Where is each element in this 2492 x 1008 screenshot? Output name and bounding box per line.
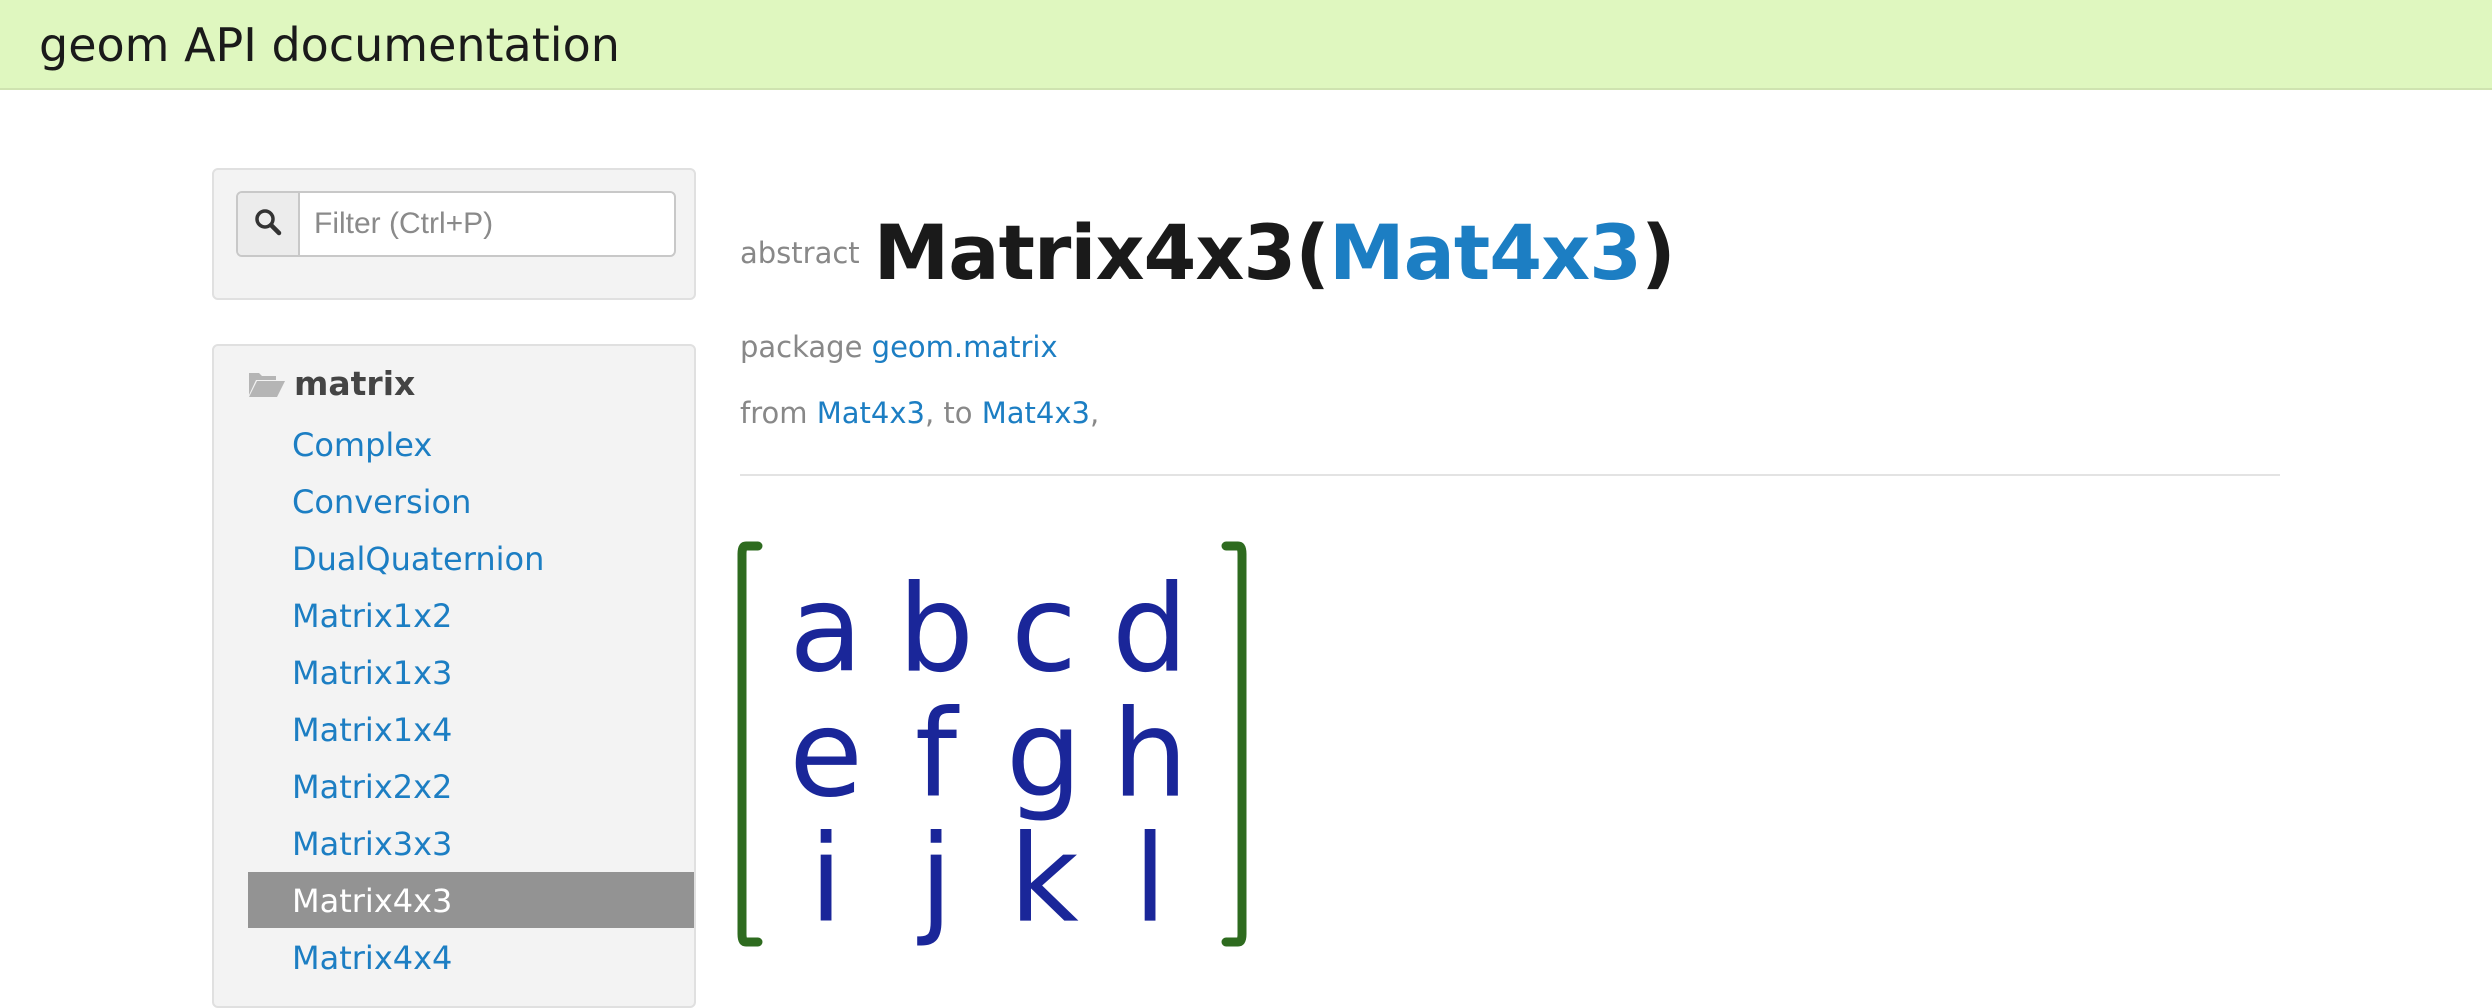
sidebar-item-conversion[interactable]: Conversion	[248, 473, 694, 529]
matrix-entry-c: c	[1011, 561, 1077, 700]
matrix-entry-b: b	[898, 561, 974, 700]
sidebar-nav: matrix Complex Conversion DualQuaternion Ma…	[212, 344, 696, 1008]
sidebar-item-dualquaternion[interactable]: DualQuaternion	[248, 530, 694, 586]
sidebar-item-label: Matrix1x2	[292, 597, 453, 635]
filter-panel	[212, 168, 696, 300]
sidebar-item-label: Matrix1x4	[292, 711, 453, 749]
matrix-entry-i: i	[809, 811, 842, 950]
trailing-comma: ,	[1089, 396, 1100, 430]
top-bar: geom API documentation	[0, 0, 2492, 90]
sidebar-item-matrix2x2[interactable]: Matrix2x2	[248, 758, 694, 814]
sidebar-item-label: Matrix1x3	[292, 654, 453, 692]
package-line: package geom.matrix	[740, 330, 1058, 364]
sidebar-item-label: Matrix3x3	[292, 825, 453, 863]
matrix-letters: a b c d e f g h i j k l	[789, 561, 1188, 950]
matrix-entry-a: a	[789, 561, 863, 700]
package-label: matrix	[294, 364, 416, 403]
matrix-entry-d: d	[1112, 561, 1188, 700]
left-bracket	[737, 541, 763, 947]
filter-input[interactable]	[300, 193, 672, 255]
type-name: Matrix4x3	[873, 208, 1297, 297]
right-bracket	[1221, 541, 1247, 947]
sidebar-item-label: Matrix2x2	[292, 768, 453, 806]
underlying-type-link[interactable]: Mat4x3	[1329, 208, 1642, 297]
sidebar-item-matrix4x3[interactable]: Matrix4x3	[248, 872, 694, 928]
matrix-diagram: a b c d e f g h i j k l	[737, 541, 1247, 950]
sidebar-item-matrix4x4[interactable]: Matrix4x4	[248, 929, 694, 985]
sidebar-item-matrix1x2[interactable]: Matrix1x2	[248, 587, 694, 643]
divider	[740, 474, 2280, 476]
to-type-link[interactable]: Mat4x3	[982, 396, 1090, 430]
sidebar-item-label: Matrix4x4	[292, 939, 453, 977]
search-icon	[255, 209, 282, 236]
close-paren: )	[1641, 208, 1676, 297]
page-title: abstract Matrix4x3(Mat4x3)	[740, 208, 1676, 297]
sidebar-item-matrix1x3[interactable]: Matrix1x3	[248, 644, 694, 700]
from-type-link[interactable]: Mat4x3	[817, 396, 925, 430]
folder-open-icon	[249, 373, 285, 397]
sidebar-item-matrix1x4[interactable]: Matrix1x4	[248, 701, 694, 757]
to-separator: , to	[924, 396, 973, 430]
matrix-entry-l: l	[1133, 811, 1166, 950]
sidebar-item-label: Conversion	[292, 483, 472, 521]
matrix-entry-k: k	[1009, 811, 1079, 950]
search-addon	[238, 193, 300, 255]
from-prefix: from	[740, 396, 808, 430]
conversions-line: from Mat4x3, to Mat4x3,	[740, 396, 1099, 430]
open-paren: (	[1295, 208, 1330, 297]
matrix-entry-j: j	[916, 811, 952, 950]
site-title[interactable]: geom API documentation	[39, 18, 620, 72]
sidebar-item-label: Matrix4x3	[292, 882, 453, 920]
sidebar-item-complex[interactable]: Complex	[248, 416, 694, 472]
abstract-keyword: abstract	[740, 235, 860, 270]
matrix-entry-h: h	[1112, 686, 1188, 825]
matrix-entry-g: g	[1006, 686, 1082, 825]
sidebar-item-label: DualQuaternion	[292, 540, 545, 578]
sidebar-item-label: Complex	[292, 426, 433, 464]
matrix-entry-f: f	[915, 686, 960, 825]
filter-group	[236, 191, 676, 257]
package-link[interactable]: geom.matrix	[872, 330, 1058, 364]
package-prefix: package	[740, 330, 863, 364]
matrix-entry-e: e	[789, 686, 863, 825]
sidebar-item-matrix3x3[interactable]: Matrix3x3	[248, 815, 694, 871]
